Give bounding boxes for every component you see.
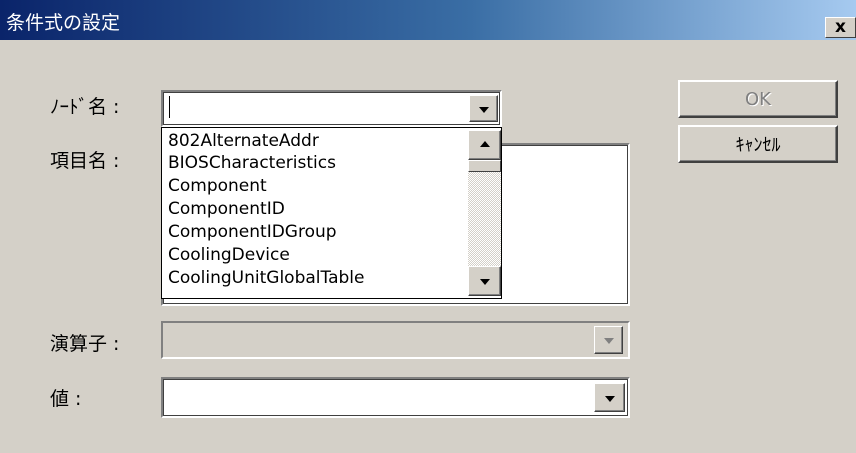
list-item[interactable]: 802AlternateAddr <box>168 130 319 152</box>
scroll-down-button[interactable] <box>468 266 501 296</box>
node-name-dropdown-button[interactable] <box>469 95 498 122</box>
close-button[interactable]: x <box>825 17 856 38</box>
cancel-button-label: ｷｬﾝｾﾙ <box>735 135 781 156</box>
scroll-up-button[interactable] <box>468 130 501 160</box>
chevron-down-icon <box>479 279 490 285</box>
ok-button[interactable]: OK <box>678 80 838 118</box>
list-item[interactable]: Component <box>168 175 267 197</box>
list-item[interactable]: CoolingDevice <box>168 244 290 266</box>
value-combobox[interactable] <box>161 377 630 418</box>
ok-button-label: OK <box>745 88 771 110</box>
chevron-down-icon <box>604 395 615 402</box>
operator-dropdown-button <box>594 326 623 354</box>
value-label: 値 : <box>50 388 82 410</box>
chevron-down-icon <box>603 338 614 344</box>
node-name-dropdown-list[interactable]: 802AlternateAddr BIOSCharacteristics Com… <box>161 127 502 299</box>
window-title: 条件式の設定 <box>6 12 121 34</box>
operator-label: 演算子 : <box>50 333 120 355</box>
list-item[interactable]: CoolingUnitGlobalTable <box>168 267 364 289</box>
close-icon: x <box>835 17 846 37</box>
node-name-combobox[interactable] <box>161 90 502 127</box>
chevron-up-icon <box>479 141 490 147</box>
chevron-down-icon <box>478 106 489 113</box>
dropdown-scrollbar[interactable] <box>468 130 501 296</box>
title-bar: 条件式の設定 x <box>0 0 856 40</box>
item-name-label: 項目名 : <box>50 150 120 172</box>
text-caret <box>169 96 170 118</box>
list-item[interactable]: BIOSCharacteristics <box>168 152 336 174</box>
value-dropdown-button[interactable] <box>594 383 625 412</box>
list-item[interactable]: ComponentIDGroup <box>168 221 337 243</box>
cancel-button[interactable]: ｷｬﾝｾﾙ <box>678 125 838 163</box>
operator-combobox <box>161 321 630 359</box>
list-item[interactable]: ComponentID <box>168 198 285 220</box>
node-name-label: ﾉｰﾄﾞ名 : <box>50 96 120 118</box>
scroll-thumb[interactable] <box>468 160 501 172</box>
